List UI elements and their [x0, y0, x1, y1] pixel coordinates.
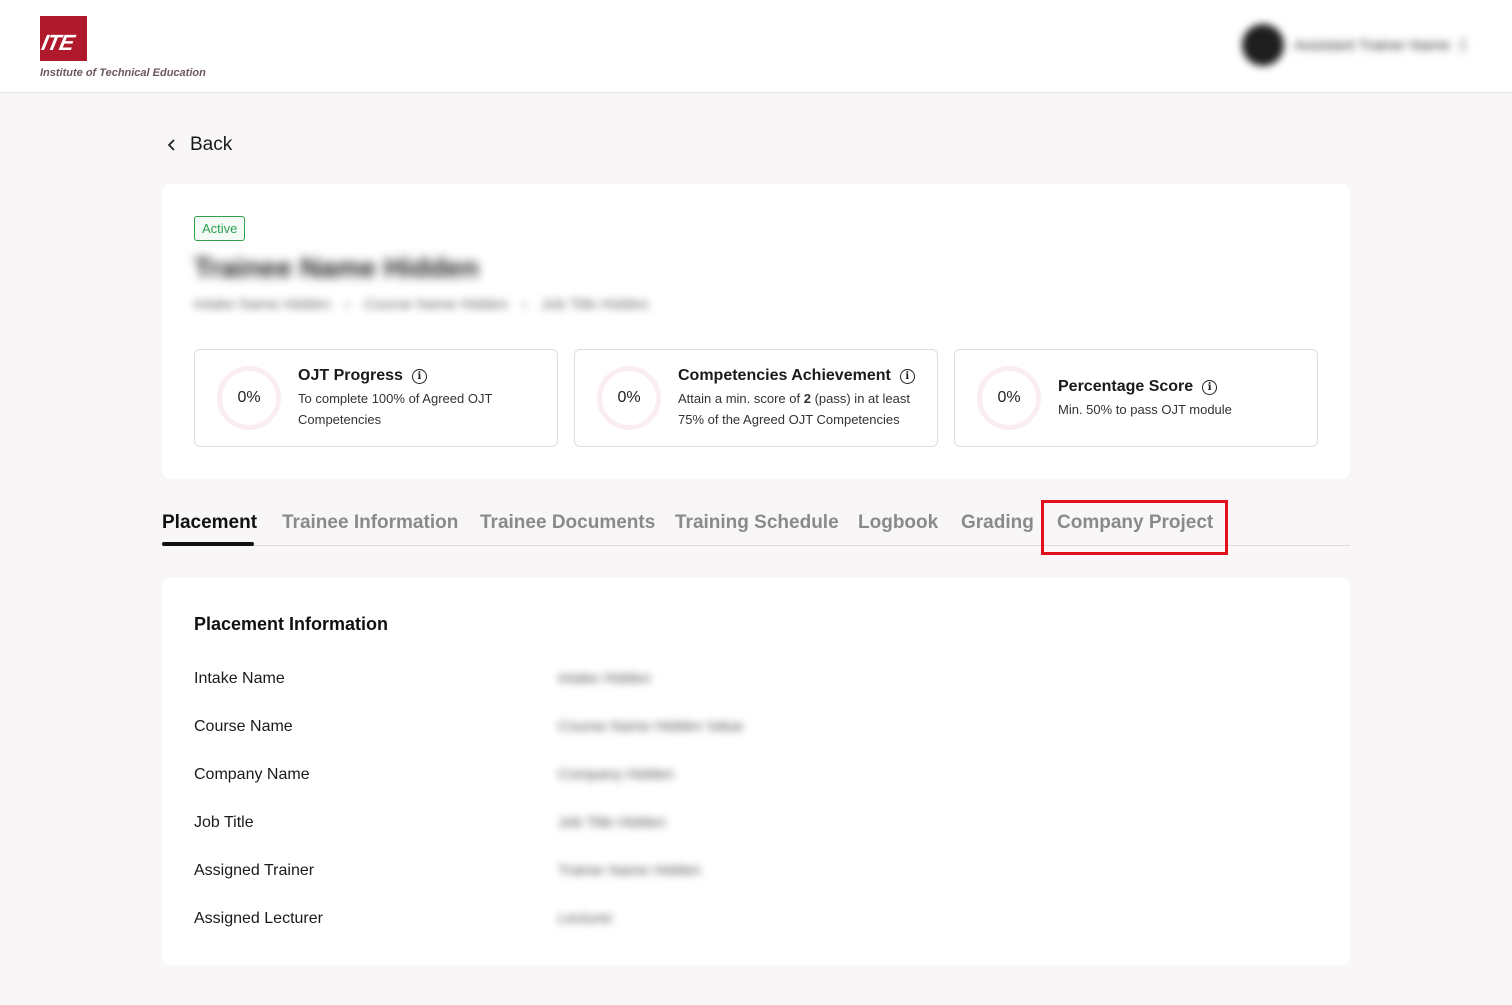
status-badge: Active	[194, 216, 246, 241]
competencies-title: Competencies Achievement	[678, 367, 891, 384]
breadcrumb: Intake Name Hidden › Course Name Hidden …	[194, 296, 649, 313]
tab-grading[interactable]: Grading	[961, 512, 1034, 534]
intake-meta: Intake Name Hidden	[194, 296, 331, 313]
trainee-profile-card: Active Trainee Name Hidden Intake Name H…	[162, 184, 1350, 479]
tab-logbook[interactable]: Logbook	[858, 512, 938, 534]
chevron-left-icon	[167, 139, 175, 151]
field-label: Assigned Lecturer	[194, 910, 323, 927]
field-label: Assigned Trainer	[194, 862, 315, 879]
tab-placement[interactable]: Placement	[162, 512, 257, 534]
course-meta: Course Name Hidden	[363, 296, 508, 313]
active-tab-indicator	[162, 542, 254, 546]
field-label: Course Name	[194, 718, 293, 735]
field-value: Trainer Name Hidden	[558, 862, 701, 879]
percentage-score-card: 0% Percentage Score i Min. 50% to pass OJ…	[954, 349, 1318, 447]
ojt-progress-ring: 0%	[217, 366, 281, 430]
info-row-intake-name: Intake Name Intake Hidden	[194, 670, 1294, 694]
competencies-achievement-card: 0% Competencies Achievement i Attain a mi…	[574, 349, 938, 447]
tab-trainee-documents[interactable]: Trainee Documents	[480, 512, 655, 534]
top-header: ITE Institute of Technical Education Ass…	[0, 0, 1512, 93]
job-meta: Job Title Hidden	[541, 296, 649, 313]
field-value: Intake Hidden	[558, 670, 651, 687]
tab-bar: Placement Trainee Information Trainee Do…	[162, 500, 1350, 555]
competencies-ring: 0%	[597, 366, 661, 430]
back-label: Back	[190, 134, 233, 155]
ite-logo[interactable]: ITE Institute of Technical Education	[40, 16, 206, 79]
field-value: Job Title Hidden	[558, 814, 666, 831]
ojt-progress-title: OJT Progress	[298, 367, 403, 384]
chevron-down-icon	[1460, 38, 1466, 52]
info-icon[interactable]: i	[899, 368, 915, 384]
info-row-company-name: Company Name Company Hidden	[194, 766, 1294, 790]
info-icon[interactable]: i	[411, 368, 427, 384]
info-row-assigned-lecturer: Assigned Lecturer Lecturer	[194, 910, 1294, 934]
section-title: Placement Information	[194, 614, 389, 634]
percentage-score-desc: Min. 50% to pass OJT module	[1058, 402, 1232, 417]
info-row-job-title: Job Title Job Title Hidden	[194, 814, 1294, 838]
avatar	[1242, 24, 1285, 66]
percentage-score-ring: 0%	[977, 366, 1041, 430]
field-value: Course Name Hidden Value	[558, 718, 744, 735]
highlight-box	[1041, 500, 1228, 555]
field-value: Company Hidden	[558, 766, 674, 783]
competencies-desc: Attain a min. score of 2 (pass) in at le…	[678, 391, 910, 427]
ojt-progress-desc: To complete 100% of Agreed OJT Competenc…	[298, 391, 493, 427]
trainee-name: Trainee Name Hidden	[194, 252, 479, 283]
ite-logo-mark: ITE	[40, 16, 87, 61]
placement-information-card: Placement Information Intake Name Intake…	[162, 578, 1350, 965]
percentage-score-title: Percentage Score	[1058, 378, 1194, 395]
info-row-assigned-trainer: Assigned Trainer Trainer Name Hidden	[194, 862, 1294, 886]
field-label: Job Title	[194, 814, 254, 831]
field-label: Company Name	[194, 766, 310, 783]
back-button[interactable]: Back	[166, 134, 232, 156]
ojt-progress-card: 0% OJT Progress i To complete 100% of Agr…	[194, 349, 558, 447]
ite-logo-text: Institute of Technical Education	[40, 67, 206, 79]
field-value: Lecturer	[558, 910, 614, 927]
user-menu[interactable]: Assistant Trainer Name	[1242, 24, 1466, 66]
user-name: Assistant Trainer Name	[1294, 36, 1450, 54]
info-icon[interactable]: i	[1202, 379, 1218, 395]
field-label: Intake Name	[194, 670, 285, 687]
tab-trainee-information[interactable]: Trainee Information	[282, 512, 458, 534]
info-row-course-name: Course Name Course Name Hidden Value	[194, 718, 1294, 742]
tab-training-schedule[interactable]: Training Schedule	[675, 512, 839, 534]
